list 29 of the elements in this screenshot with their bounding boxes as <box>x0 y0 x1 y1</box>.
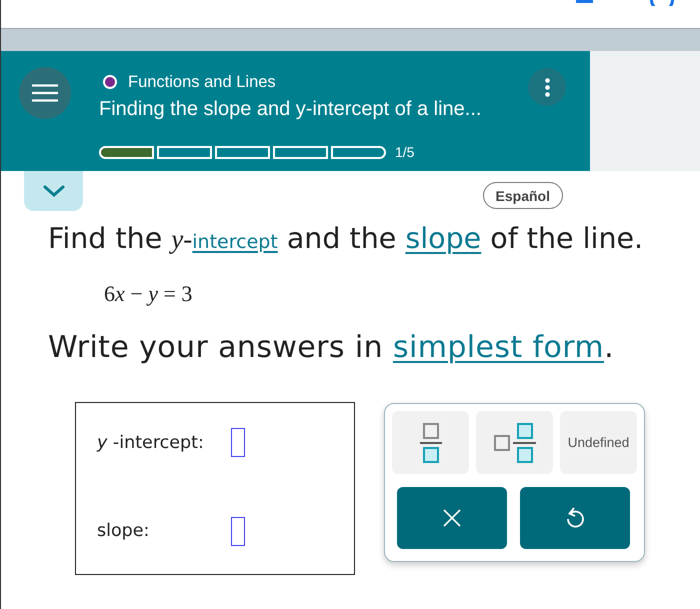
lesson-title: Finding the slope and y-intercept of a line... <box>99 97 482 121</box>
mixed-number-icon <box>494 422 536 462</box>
question-text: Find the y-intercept and the slope of the line. <box>48 223 644 257</box>
topic-label: Functions and Lines <box>128 72 276 92</box>
glossary-link[interactable]: slope <box>405 222 482 255</box>
answer-label: y -intercept: <box>97 432 205 453</box>
more-options-button[interactable] <box>528 68 566 106</box>
glossary-link[interactable]: simplest form <box>392 330 604 365</box>
more-options-icon <box>544 78 550 96</box>
fraction-key[interactable] <box>392 411 469 474</box>
undefined-key[interactable]: Undefined <box>560 411 637 474</box>
fraction-icon <box>420 422 442 462</box>
glossary-link[interactable]: intercept <box>192 231 278 253</box>
chevron-down-icon <box>42 185 64 197</box>
answer-label: slope: <box>97 521 150 542</box>
language-button[interactable]: Español <box>482 182 563 209</box>
menu-icon <box>32 84 58 102</box>
collapse-tab[interactable] <box>24 171 83 211</box>
answer-box[interactable] <box>231 516 245 546</box>
undo-button[interactable] <box>520 487 630 549</box>
equation: 6x − y = 3 <box>104 280 192 308</box>
undo-icon <box>566 507 584 529</box>
progress-count: 1/5 <box>395 144 414 160</box>
topic-dot-icon <box>103 75 117 89</box>
answer-box[interactable] <box>231 428 245 458</box>
cross-icon <box>443 509 461 527</box>
instruction-text: Write your answers in simplest form. <box>48 332 614 364</box>
menu-button[interactable] <box>19 67 71 119</box>
mixed-number-key[interactable] <box>476 411 553 474</box>
